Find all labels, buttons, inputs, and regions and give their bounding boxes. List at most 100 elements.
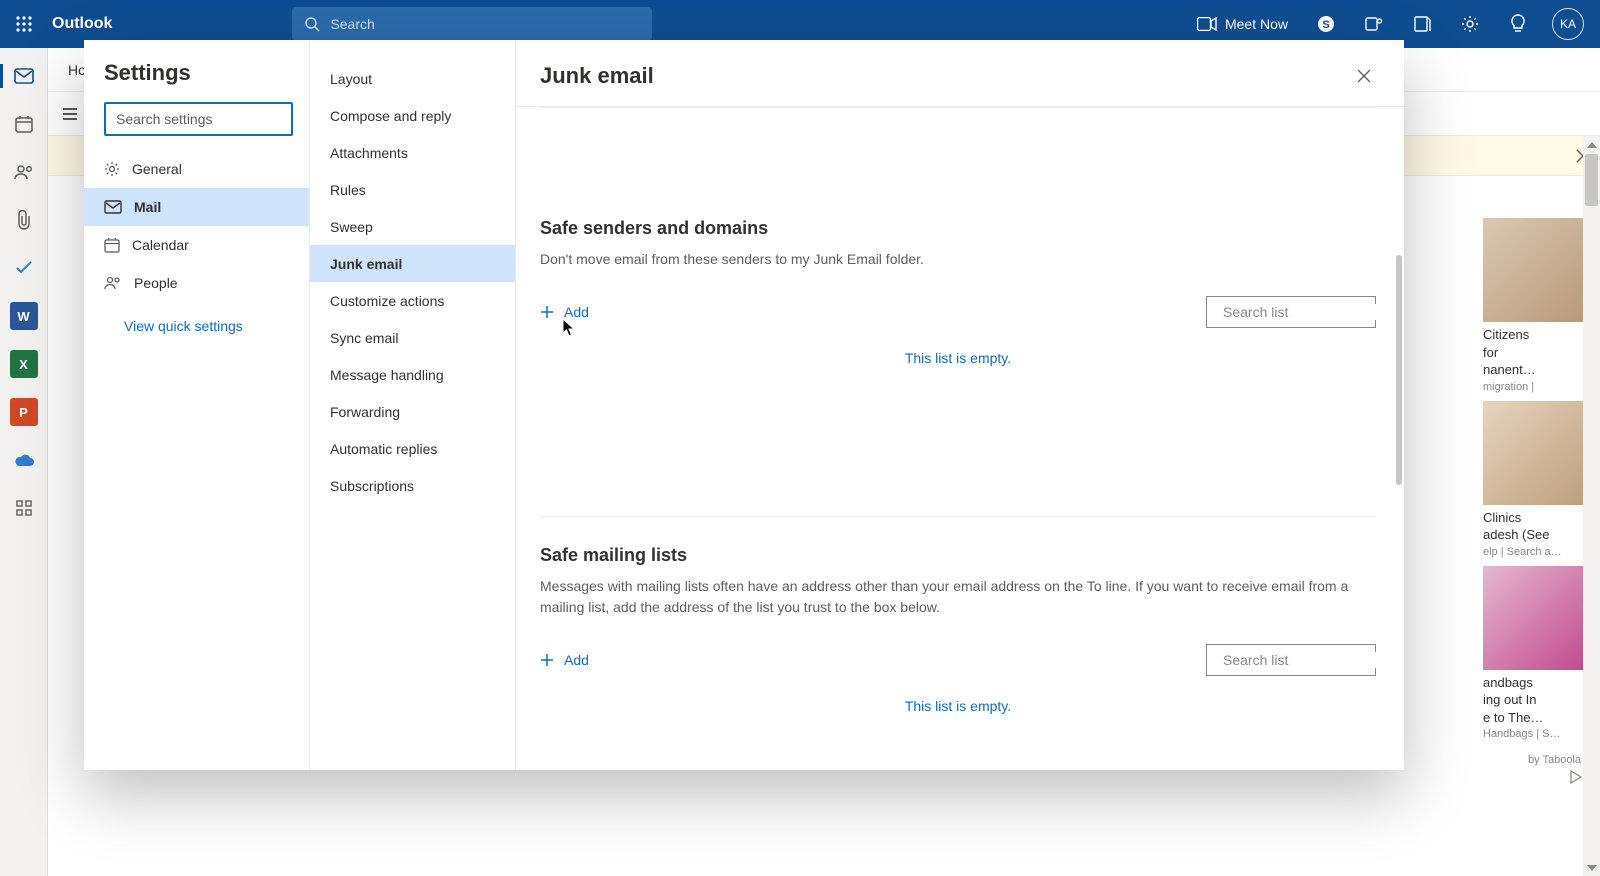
ads-column: Citizensfornanent… migration | Clinicsad… <box>1483 218 1583 876</box>
ad-image <box>1483 401 1583 505</box>
ad-subtitle: Handbags | S… <box>1483 728 1583 740</box>
ad-subtitle: migration | <box>1483 381 1583 393</box>
scrollbar-up-arrow[interactable] <box>1583 136 1600 153</box>
ad-card[interactable]: Citizensfornanent… migration | <box>1483 218 1583 401</box>
nav1-general[interactable]: General <box>84 150 309 188</box>
safe-lists-row: Add <box>540 644 1376 676</box>
safe-lists-add-button[interactable]: Add <box>540 652 589 668</box>
search-icon <box>304 16 320 32</box>
view-quick-settings-link[interactable]: View quick settings <box>84 302 309 334</box>
hamburger-icon[interactable] <box>62 107 78 121</box>
rail-calendar[interactable] <box>8 108 40 140</box>
gear-icon <box>1461 15 1479 33</box>
plus-icon <box>540 653 554 667</box>
ad-card[interactable]: Clinicsadesh (See elp | Search a… <box>1483 401 1583 566</box>
meet-now-label: Meet Now <box>1225 16 1288 32</box>
plus-icon <box>540 305 554 319</box>
detail-header: Junk email <box>516 40 1404 107</box>
nav2-message-handling[interactable]: Message handling <box>310 356 515 393</box>
safe-lists-search[interactable] <box>1206 644 1376 676</box>
nav2-rules[interactable]: Rules <box>310 171 515 208</box>
account-avatar[interactable]: KA <box>1552 8 1584 40</box>
nav2-forwarding[interactable]: Forwarding <box>310 393 515 430</box>
add-label: Add <box>564 652 589 668</box>
rail-mail[interactable] <box>8 60 40 92</box>
nav1-mail[interactable]: Mail <box>84 188 309 226</box>
app-launcher-button[interactable] <box>8 8 40 40</box>
lightbulb-icon <box>1510 14 1526 34</box>
ad-subtitle: elp | Search a… <box>1483 546 1583 558</box>
gear-icon <box>104 161 120 177</box>
nav1-calendar[interactable]: Calendar <box>84 226 309 264</box>
settings-search-wrap[interactable] <box>104 102 293 136</box>
safe-senders-search[interactable] <box>1206 296 1376 328</box>
avatar-initials: KA <box>1560 17 1576 31</box>
rail-word[interactable]: W <box>8 300 40 332</box>
nav2-junk-email[interactable]: Junk email <box>310 245 515 282</box>
attachment-icon <box>16 210 32 230</box>
rail-people[interactable] <box>8 156 40 188</box>
waffle-icon <box>16 16 32 32</box>
excel-icon: X <box>10 350 38 378</box>
cloud-icon <box>13 453 35 467</box>
nav2-compose[interactable]: Compose and reply <box>310 97 515 134</box>
ad-card[interactable]: andbagsing out Ine to The… Handbags | S… <box>1483 566 1583 749</box>
safe-lists-search-input[interactable] <box>1223 652 1404 668</box>
settings-button[interactable] <box>1448 0 1492 48</box>
ad-image <box>1483 218 1583 322</box>
nav2-automatic-replies[interactable]: Automatic replies <box>310 430 515 467</box>
scrollbar-thumb[interactable] <box>1585 154 1598 206</box>
people-icon <box>14 164 34 180</box>
powerpoint-icon: P <box>10 398 38 426</box>
settings-detail-pane: Junk email Safe senders and domains Don'… <box>516 40 1404 770</box>
rail-powerpoint[interactable]: P <box>8 396 40 428</box>
tips-button[interactable] <box>1496 0 1540 48</box>
nav2-sync-email[interactable]: Sync email <box>310 319 515 356</box>
rail-onedrive[interactable] <box>8 444 40 476</box>
safe-senders-section: Safe senders and domains Don't move emai… <box>540 107 1376 366</box>
word-icon: W <box>10 302 38 330</box>
ad-choices-button[interactable] <box>1483 770 1583 789</box>
safe-lists-empty: This list is empty. <box>540 698 1376 714</box>
nav2-layout[interactable]: Layout <box>310 60 515 97</box>
mail-icon <box>14 68 34 84</box>
safe-senders-search-input[interactable] <box>1223 304 1404 320</box>
safe-senders-add-button[interactable]: Add <box>540 304 589 320</box>
rail-todo[interactable] <box>8 252 40 284</box>
settings-modal: Settings General Mail Calendar People Vi… <box>84 40 1404 770</box>
settings-nav-secondary: Layout Compose and reply Attachments Rul… <box>310 40 516 770</box>
brand-label: Outlook <box>52 15 112 33</box>
rail-more-apps[interactable] <box>8 492 40 524</box>
nav2-attachments[interactable]: Attachments <box>310 134 515 171</box>
global-search-input[interactable] <box>330 16 640 32</box>
nav2-subscriptions[interactable]: Subscriptions <box>310 467 515 504</box>
nav1-people[interactable]: People <box>84 264 309 302</box>
nav1-label: Mail <box>134 199 161 215</box>
svg-text:S: S <box>1322 19 1329 31</box>
close-settings-button[interactable] <box>1348 60 1380 92</box>
skype-icon: S <box>1317 15 1335 33</box>
detail-scroll: Safe senders and domains Don't move emai… <box>516 107 1404 770</box>
rail-files[interactable] <box>8 204 40 236</box>
notes-icon <box>1413 15 1431 33</box>
detail-scrollbar[interactable] <box>1394 167 1404 756</box>
settings-search-input[interactable] <box>106 104 291 134</box>
ad-title: andbagsing out Ine to The… <box>1483 674 1583 727</box>
safe-senders-desc: Don't move email from these senders to m… <box>540 249 1376 270</box>
global-search[interactable] <box>292 7 652 41</box>
detail-body: Safe senders and domains Don't move emai… <box>516 107 1404 770</box>
ad-image <box>1483 566 1583 670</box>
notes-button[interactable] <box>1400 0 1444 48</box>
page-scrollbar[interactable] <box>1583 136 1600 876</box>
detail-scrollbar-thumb[interactable] <box>1396 255 1402 485</box>
detail-title: Junk email <box>540 63 654 89</box>
scrollbar-down-arrow[interactable] <box>1583 859 1600 876</box>
nav2-sweep[interactable]: Sweep <box>310 208 515 245</box>
nav2-customize-actions[interactable]: Customize actions <box>310 282 515 319</box>
rail-excel[interactable]: X <box>8 348 40 380</box>
safe-lists-desc: Messages with mailing lists often have a… <box>540 576 1376 618</box>
video-icon <box>1197 17 1217 31</box>
safe-lists-heading: Safe mailing lists <box>540 545 1376 566</box>
safe-mailing-lists-section: Safe mailing lists Messages with mailing… <box>540 516 1376 714</box>
nav1-label: Calendar <box>132 237 189 253</box>
